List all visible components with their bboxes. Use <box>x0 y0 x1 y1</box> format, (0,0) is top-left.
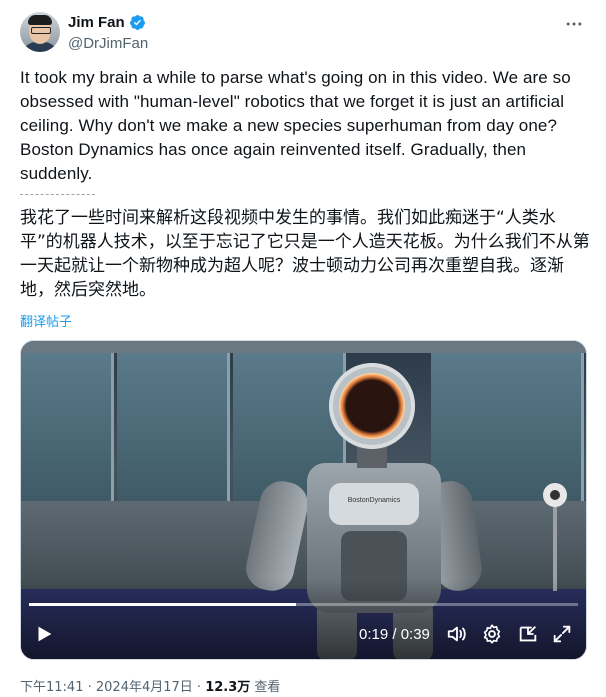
translation-divider <box>20 194 95 195</box>
play-icon[interactable] <box>33 623 55 645</box>
tweet-meta: 下午11:41 · 2024年4月17日 · 12.3万 查看 <box>20 676 280 695</box>
post-time[interactable]: 下午11:41 <box>20 680 83 695</box>
robot-brand-label: BostonDynamics <box>347 497 401 504</box>
more-options-icon[interactable] <box>564 14 584 34</box>
video-progress-fill <box>29 603 297 606</box>
camera-stand-graphic <box>543 483 567 591</box>
scene-ceiling <box>21 341 586 353</box>
robot-head <box>329 363 415 449</box>
meta-separator: · <box>192 680 206 695</box>
video-player[interactable]: BostonDynamics 0:19 / 0:39 <box>20 340 587 660</box>
robot-chest-plate: BostonDynamics <box>329 483 419 525</box>
tweet-header: Jim Fan @DrJimFan <box>20 12 590 56</box>
view-count: 12.3万 <box>205 680 251 695</box>
controls-gradient <box>21 579 586 659</box>
scene-window <box>117 353 230 503</box>
settings-gear-icon[interactable] <box>481 623 503 645</box>
translate-post-link[interactable]: 翻译帖子 <box>20 311 72 330</box>
video-progress-bar[interactable] <box>29 603 578 606</box>
picture-in-picture-icon[interactable] <box>517 623 539 645</box>
fullscreen-icon[interactable] <box>551 623 573 645</box>
post-date[interactable]: 2024年4月17日 <box>96 680 193 695</box>
video-time: 0:19 / 0:39 <box>359 626 430 643</box>
author-avatar[interactable] <box>20 12 60 52</box>
meta-separator: · <box>83 680 96 695</box>
robot-neck <box>357 446 387 468</box>
avatar-glasses <box>31 27 51 34</box>
avatar-hair <box>28 15 52 25</box>
tweet-text: It took my brain a while to parse what's… <box>20 68 571 183</box>
verified-badge-icon <box>129 15 145 30</box>
author-handle[interactable]: @DrJimFan <box>68 35 148 52</box>
author-name[interactable]: Jim Fan <box>68 14 125 31</box>
robot-light-ring <box>339 373 405 439</box>
scene-window <box>21 353 114 503</box>
volume-icon[interactable] <box>445 623 469 645</box>
translated-text: 我花了一些时间来解析这段视频中发生的事情。我们如此痴迷于“人类水平”的机器人技术… <box>20 208 590 300</box>
author-name-row: Jim Fan <box>68 14 146 31</box>
views-label: 查看 <box>250 680 281 695</box>
